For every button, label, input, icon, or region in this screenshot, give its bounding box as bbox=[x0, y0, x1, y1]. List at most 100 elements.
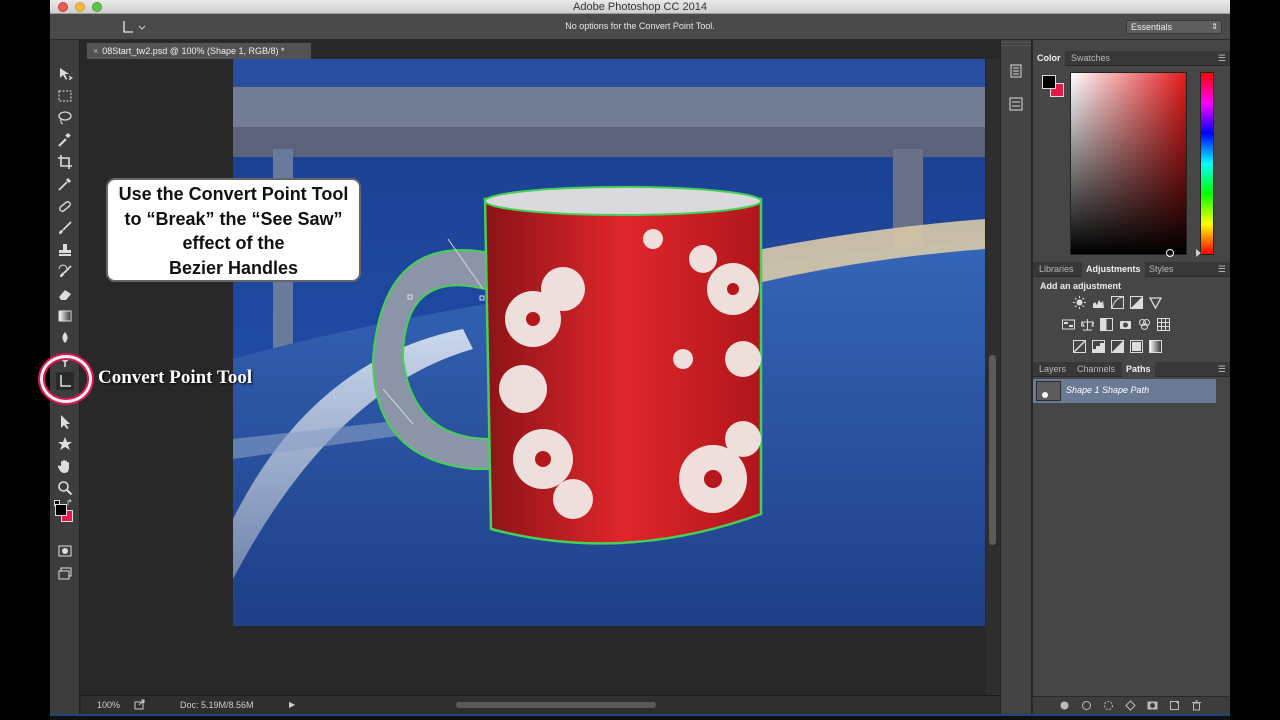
screen-mode-icon[interactable] bbox=[57, 565, 73, 581]
layers-panel-tabs: Layers Channels Paths ☰ bbox=[1033, 362, 1230, 377]
vibrance-icon[interactable] bbox=[1149, 296, 1162, 309]
move-tool-icon[interactable] bbox=[57, 66, 73, 82]
hue-slider-thumb[interactable] bbox=[1196, 249, 1201, 257]
zoom-icon[interactable] bbox=[57, 480, 73, 496]
tab-swatches[interactable]: Swatches bbox=[1067, 51, 1114, 66]
tab-paths[interactable]: Paths bbox=[1122, 362, 1155, 377]
callout-line-4: Bezier Handles bbox=[168, 257, 299, 278]
panel-grip[interactable] bbox=[1001, 42, 1031, 46]
panel-menu-icon[interactable]: ☰ bbox=[1218, 262, 1226, 276]
vertical-scroll-thumb[interactable] bbox=[989, 355, 996, 545]
properties-panel-icon[interactable] bbox=[1008, 96, 1024, 112]
tab-styles[interactable]: Styles bbox=[1145, 262, 1178, 277]
black-white-icon[interactable] bbox=[1100, 318, 1113, 331]
callout-line-1: Use the Convert Point Tool bbox=[118, 184, 349, 204]
tab-channels[interactable]: Channels bbox=[1073, 362, 1119, 377]
eraser-icon[interactable] bbox=[57, 286, 73, 302]
status-menu-arrow-icon[interactable]: ▶ bbox=[289, 700, 295, 709]
tab-color[interactable]: Color bbox=[1033, 51, 1065, 66]
hue-slider[interactable] bbox=[1196, 72, 1214, 257]
adjustments-panel-tabs: Libraries Adjustments Styles ☰ bbox=[1033, 262, 1230, 277]
tutorial-callout: Use the Convert Point Tool to “Break” th… bbox=[106, 178, 361, 282]
selective-color-icon[interactable] bbox=[1130, 340, 1143, 353]
window-title: Adobe Photoshop CC 2014 bbox=[573, 1, 707, 13]
fill-path-icon[interactable] bbox=[1059, 700, 1070, 711]
custom-shape-icon[interactable] bbox=[57, 436, 73, 452]
quick-selection-icon[interactable] bbox=[57, 132, 73, 148]
channel-mixer-icon[interactable] bbox=[1138, 318, 1151, 331]
zoom-level[interactable]: 100% bbox=[97, 700, 120, 710]
spot-healing-brush-icon[interactable] bbox=[57, 198, 73, 214]
mug-photo[interactable] bbox=[233, 59, 985, 626]
exposure-icon[interactable] bbox=[1130, 296, 1143, 309]
brightness-contrast-icon[interactable] bbox=[1073, 296, 1086, 309]
add-mask-icon[interactable] bbox=[1147, 700, 1158, 711]
document-size: Doc: 5.19M/8.56M bbox=[180, 700, 254, 710]
photo-filter-icon[interactable] bbox=[1119, 318, 1132, 331]
tab-layers[interactable]: Layers bbox=[1035, 362, 1070, 377]
collapsed-panel-strip bbox=[1000, 40, 1032, 714]
invert-icon[interactable] bbox=[1073, 340, 1086, 353]
color-swatches-toolbar[interactable]: ↱ bbox=[54, 498, 74, 522]
color-field[interactable] bbox=[1070, 72, 1187, 257]
paths-list: Shape 1 Shape Path bbox=[1033, 376, 1230, 676]
close-document-icon[interactable]: × bbox=[93, 46, 98, 56]
swap-colors-icon[interactable]: ↱ bbox=[66, 498, 73, 507]
hand-icon[interactable] bbox=[57, 458, 73, 474]
posterize-icon[interactable] bbox=[1092, 340, 1105, 353]
eyedropper-icon[interactable] bbox=[57, 176, 73, 192]
foreground-color-chip[interactable] bbox=[55, 504, 67, 516]
new-path-icon[interactable] bbox=[1169, 700, 1180, 711]
right-panels: Color Swatches ☰ Libraries Adjustments S… bbox=[1033, 40, 1230, 714]
status-bar: 100% Doc: 5.19M/8.56M ▶ bbox=[81, 695, 1000, 714]
path-row[interactable]: Shape 1 Shape Path bbox=[1033, 379, 1216, 403]
adjustments-row-2 bbox=[1033, 318, 1230, 332]
panel-menu-icon[interactable]: ☰ bbox=[1218, 51, 1226, 65]
tool-highlight-circle bbox=[40, 355, 92, 403]
color-picker-ring[interactable] bbox=[1166, 249, 1174, 257]
horizontal-scroll-thumb[interactable] bbox=[456, 702, 656, 708]
vertical-scrollbar[interactable] bbox=[986, 59, 1000, 695]
bottom-edge-accent bbox=[50, 714, 1230, 716]
workspace-switcher[interactable]: Essentials ⇕ bbox=[1126, 20, 1222, 34]
bottom-edge bbox=[50, 714, 1230, 720]
history-brush-icon[interactable] bbox=[57, 264, 73, 280]
levels-icon[interactable] bbox=[1092, 296, 1105, 309]
hue-saturation-icon[interactable] bbox=[1062, 318, 1075, 331]
panel-menu-icon[interactable]: ☰ bbox=[1218, 362, 1226, 376]
document-tab-label: 08Start_tw2.psd @ 100% (Shape 1, RGB/8) … bbox=[102, 46, 285, 56]
share-icon[interactable] bbox=[134, 699, 146, 710]
stroke-path-icon[interactable] bbox=[1081, 700, 1092, 711]
document-tab[interactable]: × 08Start_tw2.psd @ 100% (Shape 1, RGB/8)… bbox=[86, 42, 312, 59]
load-selection-icon[interactable] bbox=[1103, 700, 1114, 711]
workspace-label: Essentials bbox=[1131, 22, 1173, 32]
foreground-color-swatch[interactable] bbox=[1042, 75, 1056, 89]
clone-stamp-icon[interactable] bbox=[57, 242, 73, 258]
quick-mask-icon[interactable] bbox=[57, 543, 73, 559]
path-selection-icon[interactable] bbox=[57, 414, 73, 430]
make-work-path-icon[interactable] bbox=[1125, 700, 1136, 711]
callout-line-2: to “Break” the “See Saw” bbox=[124, 208, 343, 229]
path-thumbnail bbox=[1036, 381, 1061, 401]
color-lookup-icon[interactable] bbox=[1157, 318, 1170, 331]
tab-adjustments[interactable]: Adjustments bbox=[1082, 262, 1145, 277]
rectangular-marquee-icon[interactable] bbox=[57, 88, 73, 104]
brush-icon[interactable] bbox=[57, 220, 73, 236]
mug-image bbox=[233, 59, 985, 626]
color-panel-fg-bg[interactable] bbox=[1042, 75, 1066, 99]
lasso-icon[interactable] bbox=[57, 110, 73, 126]
history-panel-icon[interactable] bbox=[1008, 63, 1024, 79]
blur-icon[interactable] bbox=[57, 330, 73, 346]
curves-icon[interactable] bbox=[1111, 296, 1124, 309]
adjustments-title: Add an adjustment bbox=[1040, 281, 1122, 291]
gradient-icon[interactable] bbox=[57, 308, 73, 324]
gradient-map-icon[interactable] bbox=[1149, 340, 1162, 353]
options-message: No options for the Convert Point Tool. bbox=[565, 21, 715, 31]
paths-panel-footer bbox=[1033, 696, 1230, 714]
delete-path-icon[interactable] bbox=[1191, 700, 1202, 711]
color-panel-tabs: Color Swatches ☰ bbox=[1033, 51, 1230, 66]
threshold-icon[interactable] bbox=[1111, 340, 1124, 353]
color-balance-icon[interactable] bbox=[1081, 318, 1094, 331]
tab-libraries[interactable]: Libraries bbox=[1035, 262, 1078, 277]
crop-icon[interactable] bbox=[57, 154, 73, 170]
